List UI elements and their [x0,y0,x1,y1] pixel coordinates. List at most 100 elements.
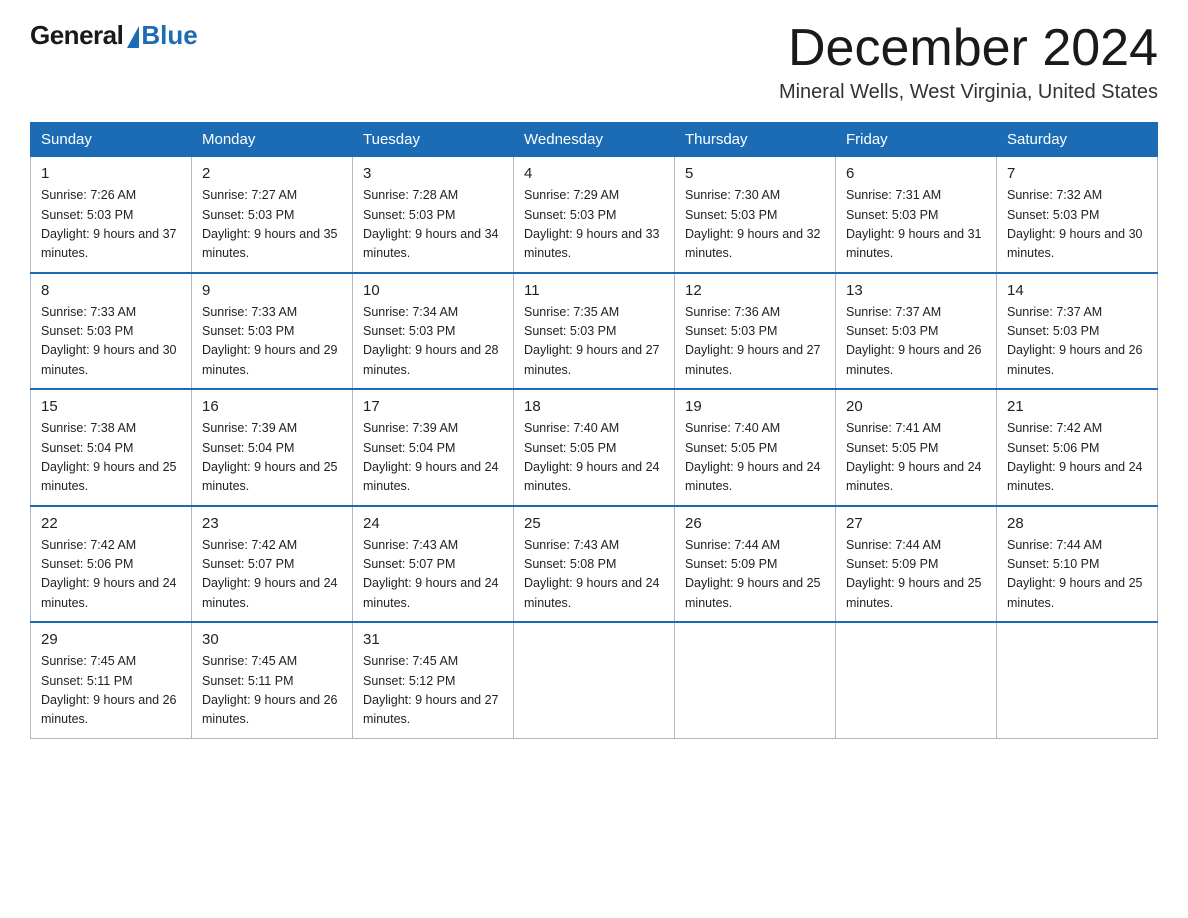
day-info: Sunrise: 7:34 AMSunset: 5:03 PMDaylight:… [363,305,499,377]
calendar-day-cell: 12 Sunrise: 7:36 AMSunset: 5:03 PMDaylig… [675,273,836,390]
weekday-header-tuesday: Tuesday [353,123,514,157]
calendar-day-cell: 13 Sunrise: 7:37 AMSunset: 5:03 PMDaylig… [836,273,997,390]
page-header: General Blue December 2024 Mineral Wells… [30,20,1158,104]
calendar-day-cell: 23 Sunrise: 7:42 AMSunset: 5:07 PMDaylig… [192,506,353,623]
logo: General Blue [30,20,198,51]
calendar-day-cell: 8 Sunrise: 7:33 AMSunset: 5:03 PMDayligh… [31,273,192,390]
day-number: 25 [524,515,664,532]
day-info: Sunrise: 7:30 AMSunset: 5:03 PMDaylight:… [685,188,821,260]
day-info: Sunrise: 7:45 AMSunset: 5:12 PMDaylight:… [363,654,499,726]
month-title: December 2024 [779,20,1158,77]
calendar-table: SundayMondayTuesdayWednesdayThursdayFrid… [30,122,1158,739]
calendar-day-cell: 4 Sunrise: 7:29 AMSunset: 5:03 PMDayligh… [514,157,675,273]
day-number: 17 [363,398,503,415]
day-number: 23 [202,515,342,532]
day-info: Sunrise: 7:38 AMSunset: 5:04 PMDaylight:… [41,421,177,493]
day-number: 7 [1007,165,1147,182]
day-info: Sunrise: 7:42 AMSunset: 5:06 PMDaylight:… [41,538,177,610]
calendar-day-cell: 17 Sunrise: 7:39 AMSunset: 5:04 PMDaylig… [353,389,514,506]
logo-triangle-icon [127,26,139,48]
day-info: Sunrise: 7:27 AMSunset: 5:03 PMDaylight:… [202,188,338,260]
day-number: 19 [685,398,825,415]
calendar-day-cell: 5 Sunrise: 7:30 AMSunset: 5:03 PMDayligh… [675,157,836,273]
calendar-day-cell: 18 Sunrise: 7:40 AMSunset: 5:05 PMDaylig… [514,389,675,506]
day-number: 2 [202,165,342,182]
day-number: 1 [41,165,181,182]
day-number: 16 [202,398,342,415]
calendar-day-cell: 6 Sunrise: 7:31 AMSunset: 5:03 PMDayligh… [836,157,997,273]
calendar-day-cell: 1 Sunrise: 7:26 AMSunset: 5:03 PMDayligh… [31,157,192,273]
day-info: Sunrise: 7:44 AMSunset: 5:10 PMDaylight:… [1007,538,1143,610]
title-block: December 2024 Mineral Wells, West Virgin… [779,20,1158,104]
day-number: 30 [202,631,342,648]
day-info: Sunrise: 7:44 AMSunset: 5:09 PMDaylight:… [846,538,982,610]
weekday-header-thursday: Thursday [675,123,836,157]
weekday-header-row: SundayMondayTuesdayWednesdayThursdayFrid… [31,123,1158,157]
day-number: 4 [524,165,664,182]
logo-general-text: General [30,20,123,51]
calendar-week-row: 29 Sunrise: 7:45 AMSunset: 5:11 PMDaylig… [31,622,1158,738]
weekday-header-monday: Monday [192,123,353,157]
calendar-day-cell: 15 Sunrise: 7:38 AMSunset: 5:04 PMDaylig… [31,389,192,506]
day-number: 8 [41,282,181,299]
day-number: 14 [1007,282,1147,299]
day-info: Sunrise: 7:39 AMSunset: 5:04 PMDaylight:… [202,421,338,493]
calendar-day-cell: 27 Sunrise: 7:44 AMSunset: 5:09 PMDaylig… [836,506,997,623]
day-number: 3 [363,165,503,182]
day-number: 31 [363,631,503,648]
calendar-week-row: 22 Sunrise: 7:42 AMSunset: 5:06 PMDaylig… [31,506,1158,623]
day-info: Sunrise: 7:28 AMSunset: 5:03 PMDaylight:… [363,188,499,260]
day-number: 10 [363,282,503,299]
day-number: 6 [846,165,986,182]
empty-cell [997,622,1158,738]
day-info: Sunrise: 7:32 AMSunset: 5:03 PMDaylight:… [1007,188,1143,260]
calendar-day-cell: 19 Sunrise: 7:40 AMSunset: 5:05 PMDaylig… [675,389,836,506]
day-number: 15 [41,398,181,415]
calendar-day-cell: 3 Sunrise: 7:28 AMSunset: 5:03 PMDayligh… [353,157,514,273]
day-number: 26 [685,515,825,532]
day-number: 24 [363,515,503,532]
calendar-day-cell: 25 Sunrise: 7:43 AMSunset: 5:08 PMDaylig… [514,506,675,623]
day-info: Sunrise: 7:44 AMSunset: 5:09 PMDaylight:… [685,538,821,610]
calendar-day-cell: 22 Sunrise: 7:42 AMSunset: 5:06 PMDaylig… [31,506,192,623]
weekday-header-wednesday: Wednesday [514,123,675,157]
day-info: Sunrise: 7:43 AMSunset: 5:08 PMDaylight:… [524,538,660,610]
calendar-day-cell: 26 Sunrise: 7:44 AMSunset: 5:09 PMDaylig… [675,506,836,623]
day-number: 13 [846,282,986,299]
logo-blue-text: Blue [141,20,197,51]
day-number: 12 [685,282,825,299]
day-info: Sunrise: 7:33 AMSunset: 5:03 PMDaylight:… [202,305,338,377]
empty-cell [514,622,675,738]
day-number: 21 [1007,398,1147,415]
day-info: Sunrise: 7:40 AMSunset: 5:05 PMDaylight:… [685,421,821,493]
calendar-week-row: 8 Sunrise: 7:33 AMSunset: 5:03 PMDayligh… [31,273,1158,390]
day-number: 11 [524,282,664,299]
day-info: Sunrise: 7:33 AMSunset: 5:03 PMDaylight:… [41,305,177,377]
day-info: Sunrise: 7:37 AMSunset: 5:03 PMDaylight:… [846,305,982,377]
day-info: Sunrise: 7:36 AMSunset: 5:03 PMDaylight:… [685,305,821,377]
day-info: Sunrise: 7:42 AMSunset: 5:06 PMDaylight:… [1007,421,1143,493]
weekday-header-saturday: Saturday [997,123,1158,157]
day-number: 22 [41,515,181,532]
day-number: 27 [846,515,986,532]
weekday-header-friday: Friday [836,123,997,157]
day-info: Sunrise: 7:26 AMSunset: 5:03 PMDaylight:… [41,188,177,260]
day-info: Sunrise: 7:45 AMSunset: 5:11 PMDaylight:… [202,654,338,726]
day-info: Sunrise: 7:29 AMSunset: 5:03 PMDaylight:… [524,188,660,260]
calendar-day-cell: 31 Sunrise: 7:45 AMSunset: 5:12 PMDaylig… [353,622,514,738]
day-number: 28 [1007,515,1147,532]
location-subtitle: Mineral Wells, West Virginia, United Sta… [779,81,1158,104]
day-info: Sunrise: 7:31 AMSunset: 5:03 PMDaylight:… [846,188,982,260]
calendar-day-cell: 20 Sunrise: 7:41 AMSunset: 5:05 PMDaylig… [836,389,997,506]
calendar-day-cell: 2 Sunrise: 7:27 AMSunset: 5:03 PMDayligh… [192,157,353,273]
day-info: Sunrise: 7:45 AMSunset: 5:11 PMDaylight:… [41,654,177,726]
calendar-day-cell: 10 Sunrise: 7:34 AMSunset: 5:03 PMDaylig… [353,273,514,390]
day-info: Sunrise: 7:35 AMSunset: 5:03 PMDaylight:… [524,305,660,377]
day-info: Sunrise: 7:39 AMSunset: 5:04 PMDaylight:… [363,421,499,493]
empty-cell [836,622,997,738]
calendar-day-cell: 24 Sunrise: 7:43 AMSunset: 5:07 PMDaylig… [353,506,514,623]
day-info: Sunrise: 7:40 AMSunset: 5:05 PMDaylight:… [524,421,660,493]
calendar-day-cell: 9 Sunrise: 7:33 AMSunset: 5:03 PMDayligh… [192,273,353,390]
calendar-day-cell: 29 Sunrise: 7:45 AMSunset: 5:11 PMDaylig… [31,622,192,738]
day-number: 18 [524,398,664,415]
